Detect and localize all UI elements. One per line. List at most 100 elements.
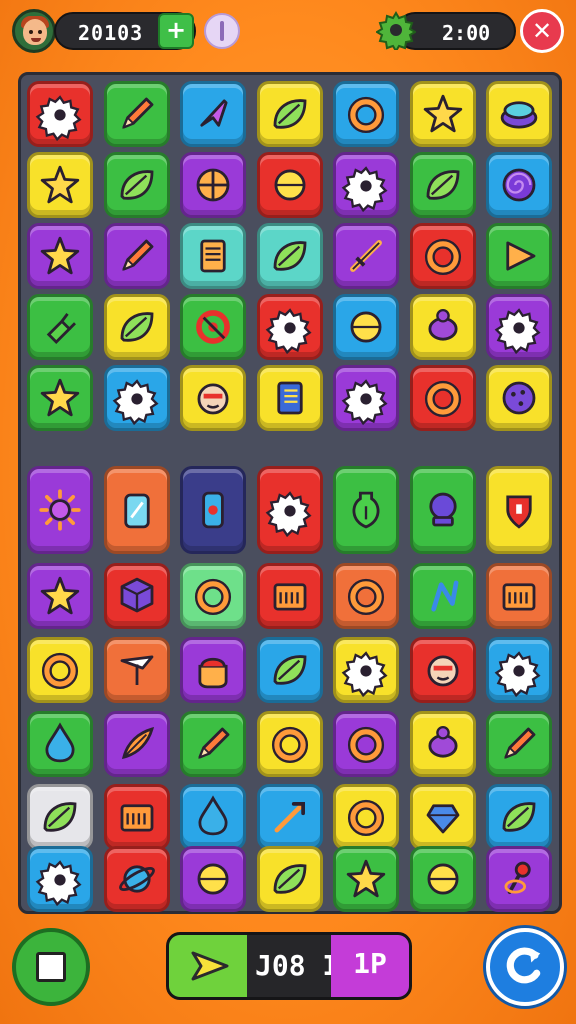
tile-yellow-star[interactable]	[27, 152, 93, 218]
tile-yellow-blob[interactable]	[486, 81, 552, 147]
tile-purple-gear[interactable]	[333, 365, 399, 431]
tile-blue-ring[interactable]	[333, 81, 399, 147]
tile-blue-leaf[interactable]	[257, 637, 323, 703]
tile-purple-ball[interactable]	[180, 846, 246, 912]
tile-red-gear[interactable]	[257, 466, 323, 554]
tile-green-drop[interactable]	[27, 711, 93, 777]
tile-purple-ring[interactable]	[333, 711, 399, 777]
tile-green-vase[interactable]	[333, 466, 399, 554]
tile-purple-pot[interactable]	[180, 637, 246, 703]
tile-green-triangle[interactable]	[486, 223, 552, 289]
tile-yellow-ring[interactable]	[27, 637, 93, 703]
tile-blue-gear[interactable]	[486, 637, 552, 703]
tile-red-face[interactable]	[410, 637, 476, 703]
hint-gem-icon[interactable]	[204, 13, 240, 49]
tile-red-box[interactable]	[257, 563, 323, 629]
tile-green-pencil[interactable]	[104, 81, 170, 147]
tile-green-pencil[interactable]	[180, 711, 246, 777]
tile-purple-sword[interactable]	[333, 223, 399, 289]
tile-red-gear[interactable]	[27, 81, 93, 147]
tile-blue-gear[interactable]	[27, 846, 93, 912]
tile-yellow-ring[interactable]	[333, 784, 399, 850]
tile-blue-arrow[interactable]	[257, 784, 323, 850]
leaf-icon	[502, 802, 536, 832]
drop-icon	[198, 795, 228, 836]
tile-green-orb[interactable]	[410, 466, 476, 554]
sword-icon	[350, 240, 382, 272]
tile-orange-flag[interactable]	[104, 637, 170, 703]
tile-yellow-star[interactable]	[410, 81, 476, 147]
tile-purple-pencil[interactable]	[104, 223, 170, 289]
tile-yellow-cookie[interactable]	[486, 365, 552, 431]
tile-white-leaf[interactable]	[27, 784, 93, 850]
pin-icon	[504, 861, 531, 894]
gear-icon	[341, 651, 388, 698]
settings-gear-icon[interactable]	[375, 10, 417, 53]
box-icon	[273, 583, 307, 611]
close-button[interactable]: ✕	[520, 9, 564, 53]
tile-green-note[interactable]	[410, 563, 476, 629]
tile-purple-feather[interactable]	[104, 711, 170, 777]
tile-yellow-leaf[interactable]	[104, 294, 170, 360]
tile-green-plug[interactable]	[27, 294, 93, 360]
tile-orange-jar[interactable]	[104, 466, 170, 554]
tile-red-cube[interactable]	[104, 563, 170, 629]
tile-green-target[interactable]	[180, 294, 246, 360]
tile-navy-phone[interactable]	[180, 466, 246, 554]
refresh-button[interactable]	[486, 928, 564, 1006]
player-avatar[interactable]	[12, 9, 56, 53]
bug-icon	[428, 725, 458, 758]
tile-red-ring[interactable]	[410, 365, 476, 431]
tile-yellow-bug[interactable]	[410, 711, 476, 777]
moves-panel: J08 I 1P	[166, 932, 412, 1000]
tile-purple-gear[interactable]	[333, 152, 399, 218]
tile-yellow-face[interactable]	[180, 365, 246, 431]
tile-yellow-book[interactable]	[257, 365, 323, 431]
tile-yellow-gem[interactable]	[410, 784, 476, 850]
tile-red-gear[interactable]	[257, 294, 323, 360]
tile-green-leaf[interactable]	[410, 152, 476, 218]
cube-icon	[120, 577, 154, 613]
stop-button[interactable]	[12, 928, 90, 1006]
tile-blue-gear[interactable]	[104, 365, 170, 431]
tile-yellow-leaf[interactable]	[257, 846, 323, 912]
tile-yellow-gear[interactable]	[333, 637, 399, 703]
tile-red-ball[interactable]	[257, 152, 323, 218]
tile-blue-spiral[interactable]	[486, 152, 552, 218]
tile-yellow-leaf[interactable]	[257, 81, 323, 147]
tile-blue-leaf[interactable]	[486, 784, 552, 850]
planet-icon	[119, 865, 155, 893]
tile-yellow-ring[interactable]	[257, 711, 323, 777]
tile-green-leaf[interactable]	[104, 152, 170, 218]
tile-purple-star[interactable]	[27, 563, 93, 629]
star-icon	[40, 236, 80, 275]
tile-green-star[interactable]	[333, 846, 399, 912]
tile-green-ball[interactable]	[410, 846, 476, 912]
tile-orange-ring[interactable]	[333, 563, 399, 629]
tile-red-ring[interactable]	[410, 223, 476, 289]
tile-teal-scroll[interactable]	[180, 223, 246, 289]
tile-purple-sun[interactable]	[27, 466, 93, 554]
tile-orange-box[interactable]	[486, 563, 552, 629]
player-mode-button[interactable]: 1P	[331, 935, 409, 997]
tile-green-star[interactable]	[27, 365, 93, 431]
tile-mint-ring[interactable]	[180, 563, 246, 629]
tile-purple-pin[interactable]	[486, 846, 552, 912]
tile-red-box[interactable]	[104, 784, 170, 850]
ring-icon	[347, 726, 385, 763]
tile-teal-leaf[interactable]	[257, 223, 323, 289]
tile-yellow-shield[interactable]	[486, 466, 552, 554]
tile-purple-gear[interactable]	[486, 294, 552, 360]
tile-green-pencil[interactable]	[486, 711, 552, 777]
feather-icon	[121, 726, 155, 760]
tile-purple-star[interactable]	[27, 223, 93, 289]
add-coins-button[interactable]: +	[158, 13, 194, 49]
tile-blue-ball[interactable]	[333, 294, 399, 360]
shield-icon	[506, 495, 532, 529]
tile-blue-rocket[interactable]	[180, 81, 246, 147]
tile-purple-wheel[interactable]	[180, 152, 246, 218]
play-button[interactable]	[169, 935, 247, 997]
tile-red-planet[interactable]	[104, 846, 170, 912]
tile-yellow-bug[interactable]	[410, 294, 476, 360]
tile-blue-drop[interactable]	[180, 784, 246, 850]
